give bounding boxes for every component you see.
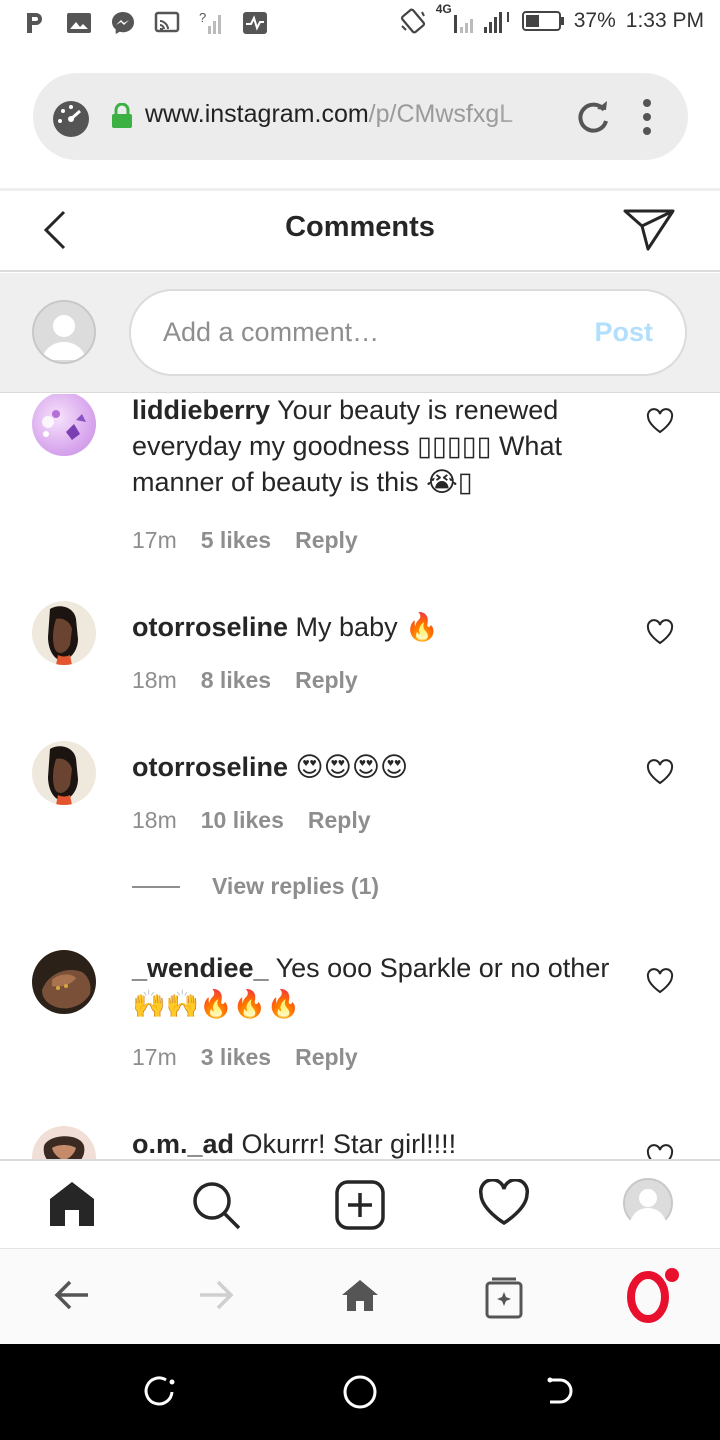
home-icon[interactable]: [47, 1179, 97, 1234]
heart-icon[interactable]: [646, 1144, 674, 1159]
comment-meta: 18m 10 likes Reply: [132, 807, 371, 834]
comments-list: liddieberry Your beauty is renewed every…: [0, 394, 720, 1159]
post-button[interactable]: Post: [594, 317, 653, 348]
messenger-icon: [110, 10, 136, 36]
comment-emoji: 😭▯: [426, 467, 473, 497]
p-icon: [22, 10, 48, 36]
status-bar: ? 4G 37% 1:33 PM: [0, 0, 720, 48]
svg-text:?: ?: [199, 10, 206, 25]
url-domain: www.instagram.com: [145, 100, 369, 128]
search-icon[interactable]: [190, 1179, 242, 1236]
comment-likes[interactable]: 3 likes: [201, 1044, 271, 1071]
comment-time: 18m: [132, 807, 177, 833]
comment-username[interactable]: liddieberry: [132, 395, 270, 425]
network-type: 4G: [435, 2, 452, 16]
comment-emoji: 😍😍😍😍: [295, 752, 409, 782]
comment-emoji: 🙌🙌🔥🔥🔥: [132, 989, 301, 1019]
comment-text: _wendiee_ Yes ooo Sparkle or no other 🙌🙌…: [132, 950, 612, 1022]
reload-icon[interactable]: [573, 97, 613, 142]
battery-icon: [521, 11, 564, 31]
cast-icon: [154, 10, 180, 36]
comment-placeholder: Add a comment…: [163, 317, 380, 347]
divider: [132, 885, 180, 888]
photo-icon: [66, 10, 92, 36]
heart-icon[interactable]: [646, 408, 674, 439]
browser-bottom-bar: [0, 1248, 720, 1344]
comments-header: Comments: [0, 191, 720, 272]
comment-text: otorroseline 😍😍😍😍: [132, 749, 612, 785]
view-replies-button[interactable]: View replies (1): [132, 873, 379, 900]
address-bar[interactable]: www.instagram.com/p/CMwsfxgL: [33, 73, 688, 160]
comment-likes[interactable]: 8 likes: [201, 667, 271, 694]
heart-icon[interactable]: [646, 619, 674, 650]
comment-username[interactable]: otorroseline: [132, 612, 288, 642]
comment-time: 18m: [132, 667, 177, 693]
send-icon[interactable]: [622, 205, 676, 258]
reply-button[interactable]: Reply: [295, 667, 358, 694]
more-menu-icon[interactable]: [639, 97, 655, 142]
instagram-tab-bar: [0, 1159, 720, 1247]
no-signal-icon: ?: [198, 10, 224, 36]
comment-body: My baby: [295, 612, 398, 642]
url-fade: [493, 93, 563, 138]
reply-button[interactable]: Reply: [295, 1044, 358, 1071]
comment-meta: 18m 8 likes Reply: [132, 667, 358, 694]
recents-icon[interactable]: [144, 1374, 176, 1413]
comment-input[interactable]: Add a comment… Post: [129, 289, 687, 376]
comment-time: 17m: [132, 1044, 177, 1070]
comment-body: Okurrr! Star girl!!!!: [241, 1129, 457, 1159]
avatar: [32, 300, 96, 364]
profile-avatar-icon[interactable]: [622, 1177, 674, 1234]
lock-icon: [111, 102, 133, 134]
reply-button[interactable]: Reply: [295, 527, 358, 554]
opera-menu-icon[interactable]: [626, 1265, 682, 1330]
avatar[interactable]: [32, 601, 96, 665]
heart-icon[interactable]: [646, 759, 674, 790]
comment-username[interactable]: otorroseline: [132, 752, 288, 782]
browser-toolbar: www.instagram.com/p/CMwsfxgL: [0, 48, 720, 188]
avatar[interactable]: [32, 394, 96, 456]
rotate-lock-icon: [400, 8, 425, 34]
speed-dial-icon[interactable]: [51, 97, 91, 142]
system-back-icon[interactable]: [544, 1374, 576, 1413]
url-path: /p/CMwsfxgL: [368, 100, 514, 128]
tabs-icon[interactable]: [484, 1275, 524, 1324]
comment-likes[interactable]: 5 likes: [201, 527, 271, 554]
battery-percent: 37%: [573, 9, 616, 32]
system-home-icon[interactable]: [342, 1374, 378, 1415]
comment-body: Yes ooo Sparkle or no other: [275, 953, 610, 983]
back-arrow-icon[interactable]: [52, 1275, 92, 1320]
new-post-icon[interactable]: [334, 1179, 386, 1236]
comment-text: liddieberry Your beauty is renewed every…: [132, 394, 612, 500]
home-icon[interactable]: [340, 1275, 380, 1320]
system-navigation-bar: [0, 1344, 720, 1440]
comment-meta: 17m 5 likes Reply: [132, 527, 358, 554]
activity-heart-icon[interactable]: [478, 1178, 530, 1232]
avatar[interactable]: [32, 741, 96, 805]
comment-meta: 17m 3 likes Reply: [132, 1044, 358, 1071]
comment-likes[interactable]: 10 likes: [201, 807, 284, 834]
comment-text: otorroseline My baby 🔥: [132, 609, 612, 645]
view-replies-label[interactable]: View replies (1): [212, 873, 379, 900]
signal-icon: [453, 12, 509, 33]
clock: 1:33 PM: [625, 9, 704, 32]
comment-username[interactable]: o.m._ad: [132, 1129, 234, 1159]
avatar[interactable]: [32, 1126, 96, 1159]
reply-button[interactable]: Reply: [308, 807, 371, 834]
comment-composer: Add a comment… Post: [0, 273, 720, 393]
comment-text: o.m._ad Okurrr! Star girl!!!!: [132, 1126, 612, 1159]
url-text[interactable]: www.instagram.com/p/CMwsfxgL: [145, 100, 550, 129]
avatar[interactable]: [32, 950, 96, 1014]
heart-icon[interactable]: [646, 968, 674, 999]
activity-icon: [242, 10, 268, 36]
comment-username[interactable]: _wendiee_: [132, 953, 269, 983]
forward-arrow-icon[interactable]: [196, 1275, 236, 1320]
comment-time: 17m: [132, 527, 177, 553]
page-title: Comments: [285, 211, 435, 243]
comment-emoji: 🔥: [405, 612, 439, 642]
